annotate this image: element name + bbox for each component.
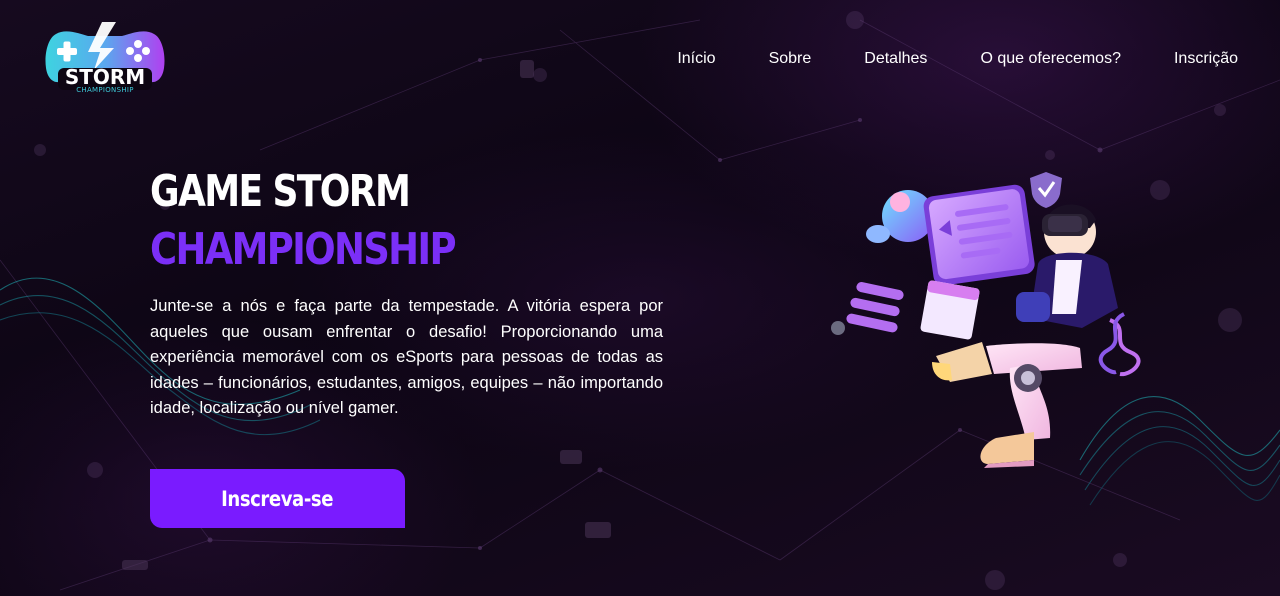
nav-item-sobre[interactable]: Sobre (769, 48, 812, 70)
hero-title-line1: GAME STORM (150, 166, 411, 217)
main-nav: Início Sobre Detalhes O que oferecemos? … (624, 48, 1238, 70)
nav-item-o-que-oferecemos[interactable]: O que oferecemos? (980, 48, 1121, 70)
vr-gamer-illustration (820, 168, 1150, 473)
subscribe-button-label: Inscreva-se (221, 486, 334, 511)
nav-item-detalhes[interactable]: Detalhes (864, 48, 927, 70)
hero-description: Junte-se a nós e faça parte da tempestad… (150, 297, 663, 417)
nav-item-inicio[interactable]: Início (677, 48, 715, 70)
vr-gamer-illustration-icon (831, 172, 1141, 468)
nav-item-inscricao[interactable]: Inscrição (1174, 48, 1238, 70)
logo-subtitle: CHAMPIONSHIP (76, 86, 134, 94)
brand-logo[interactable]: STORM CHAMPIONSHIP (44, 20, 166, 98)
subscribe-button[interactable]: Inscreva-se (150, 469, 405, 528)
hero-title-line2: CHAMPIONSHIP (150, 224, 457, 275)
